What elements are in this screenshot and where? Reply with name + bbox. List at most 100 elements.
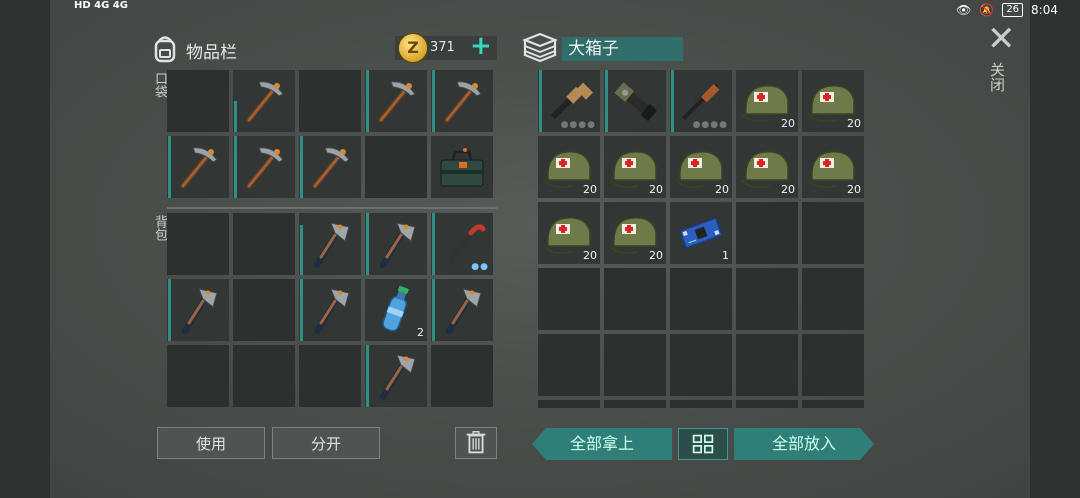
backpack-slot[interactable]: ●● [431,213,493,275]
chest-slot[interactable] [670,334,732,396]
split-button[interactable]: 分开 [272,427,380,459]
pocket-slot[interactable] [365,70,427,132]
chest-slot[interactable] [538,400,600,408]
eye-icon: 👁 [956,3,972,17]
chest-slot[interactable] [538,268,600,330]
attachment-dots: ●●●● [692,120,728,130]
toolbox-icon [440,148,484,187]
chest-slot[interactable] [670,268,732,330]
backpack-grid: ●● 2 [167,213,493,407]
chest-slot[interactable]: 20 [670,136,732,198]
pocket-slot[interactable] [431,70,493,132]
item-quantity: 20 [847,117,861,130]
pocket-slot[interactable] [299,136,361,198]
chest-slot[interactable] [802,202,864,264]
pickaxe-icon [444,81,482,123]
chest-slot[interactable]: 20 [802,70,864,132]
pickaxe-icon [378,81,416,123]
chest-slot[interactable]: 20 [538,202,600,264]
use-button[interactable]: 使用 [157,427,265,459]
chest-icon [522,32,558,63]
chest-slot[interactable]: ●●●● [670,70,732,132]
coin-count: 371 [430,40,455,55]
pocket-slot[interactable] [299,70,361,132]
circuit-icon [679,217,723,249]
chest-slot[interactable] [736,334,798,396]
item-quantity: 20 [847,183,861,196]
bottle-icon [382,285,409,332]
chest-slot[interactable]: 20 [736,70,798,132]
item-quantity: 20 [715,183,729,196]
item-quantity: 20 [649,183,663,196]
backpack-slot[interactable] [299,279,361,341]
pocket-slot[interactable] [365,136,427,198]
backpack-slot[interactable] [167,279,229,341]
axe-icon [380,222,416,268]
trash-icon [466,431,486,454]
mute-icon: 🔕 [979,3,995,17]
chest-slot[interactable] [802,268,864,330]
pocket-slot[interactable] [233,136,295,198]
axe-icon [314,288,350,334]
backpack-slot[interactable]: 2 [365,279,427,341]
backpack-slot[interactable] [365,213,427,275]
game-screen: HD 4G 4G 👁 🔕 26 8:04 物品栏 Z 371 + 大箱子 ✕ 关… [0,0,1080,498]
take-all-button[interactable]: 全部拿上 [532,428,672,460]
right-edge [1030,0,1080,498]
status-right: 👁 🔕 26 8:04 [956,3,1058,17]
backpack-slot[interactable] [299,345,361,407]
mod-dots: ●● [471,262,489,272]
chest-slot[interactable]: 20 [736,136,798,198]
put-all-button[interactable]: 全部放入 [734,428,874,460]
backpack-slot[interactable] [167,345,229,407]
backpack-slot[interactable] [233,213,295,275]
chest-slot[interactable]: 20 [604,202,666,264]
chest-slot[interactable] [604,70,666,132]
chest-title: 大箱子 [562,37,683,61]
chest-slot[interactable] [736,400,798,408]
pocket-grid [167,70,493,198]
chest-slot[interactable] [736,202,798,264]
chest-slot[interactable] [802,400,864,408]
grid-sort-icon [692,434,714,454]
backpack-slot[interactable] [299,213,361,275]
item-quantity: 20 [781,117,795,130]
item-quantity: 20 [583,249,597,262]
backpack-slot[interactable] [365,345,427,407]
chest-slot[interactable]: 20 [538,136,600,198]
chest-slot[interactable] [670,400,732,408]
chest-slot[interactable] [802,334,864,396]
chest-slot[interactable]: 1 [670,202,732,264]
add-coins-button[interactable]: + [470,33,492,59]
pickaxe-icon [180,147,218,189]
chest-slot[interactable] [604,334,666,396]
backpack-icon [154,36,176,63]
sort-button[interactable] [678,428,728,460]
item-quantity: 20 [649,249,663,262]
pocket-slot[interactable] [431,136,493,198]
chest-slot[interactable]: ●●●● [538,70,600,132]
chest-slot[interactable] [538,334,600,396]
pocket-slot[interactable] [167,136,229,198]
pickaxe-icon [312,147,350,189]
trash-button[interactable] [455,427,497,459]
axe-icon [380,354,416,400]
chest-slot[interactable]: 20 [802,136,864,198]
backpack-slot[interactable] [431,279,493,341]
chest-slot[interactable] [736,268,798,330]
backpack-slot[interactable] [431,345,493,407]
backpack-slot[interactable] [233,279,295,341]
attachment-dots: ●●●● [560,120,596,130]
axe-icon [446,288,482,334]
close-button-label[interactable]: 关闭 [988,62,1008,92]
item-quantity: 1 [722,249,729,262]
axe-icon [314,222,350,268]
pocket-slot[interactable] [167,70,229,132]
pocket-slot[interactable] [233,70,295,132]
chest-slot[interactable]: 20 [604,136,666,198]
backpack-slot[interactable] [233,345,295,407]
close-icon[interactable]: ✕ [987,22,1016,56]
chest-slot[interactable] [604,400,666,408]
chest-slot[interactable] [604,268,666,330]
backpack-slot[interactable] [167,213,229,275]
